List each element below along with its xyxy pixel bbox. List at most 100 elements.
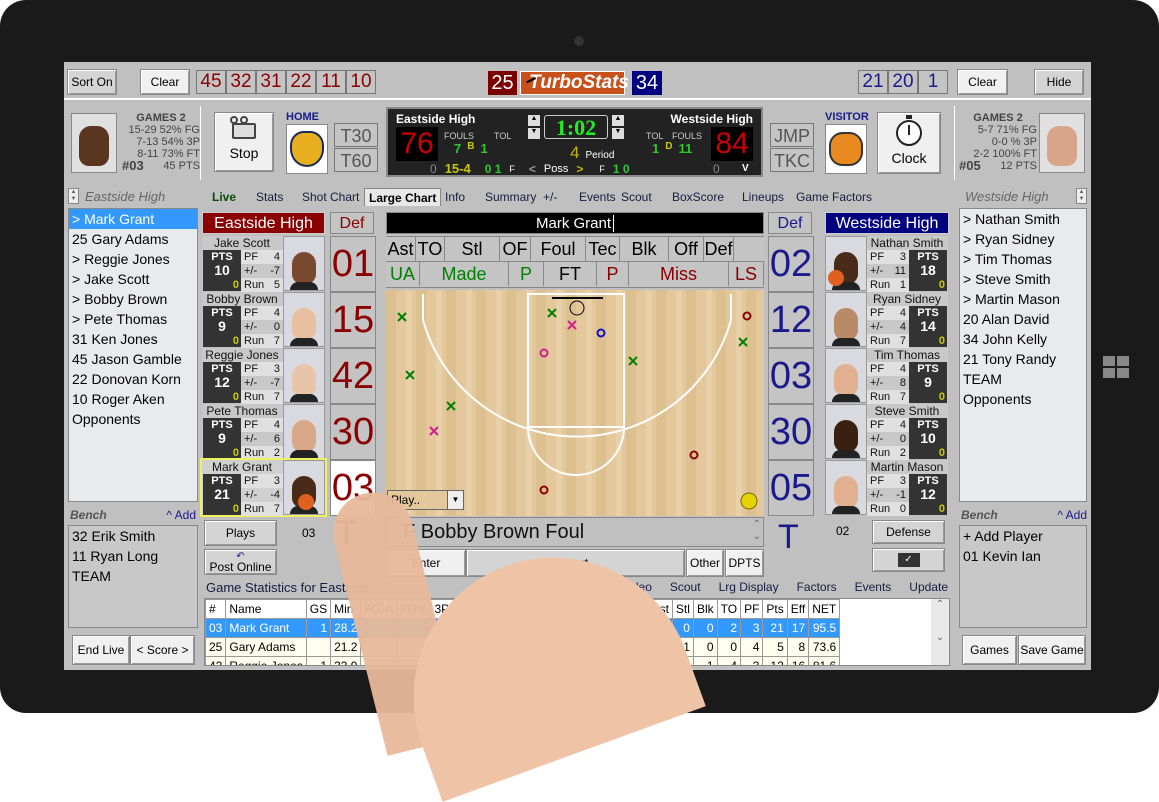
- period-up-button[interactable]: ▲: [612, 115, 624, 126]
- column-header[interactable]: #: [205, 599, 227, 619]
- roster-item[interactable]: 21 Tony Randy: [960, 349, 1086, 369]
- selected-player-display[interactable]: Mark Grant: [386, 212, 764, 234]
- play-log-scroll-icon[interactable]: ⌃ ⌄: [753, 519, 761, 543]
- column-header[interactable]: PF: [740, 599, 764, 619]
- tab-events[interactable]: Events: [579, 188, 616, 206]
- tab-boxscore[interactable]: BoxScore: [672, 188, 724, 206]
- jersey-chip[interactable]: 10: [346, 70, 376, 94]
- roster-item[interactable]: Opponents: [69, 409, 197, 429]
- windows-logo-icon[interactable]: [1103, 356, 1129, 378]
- visitor-bench-list[interactable]: + Add Player 01 Kevin Ian: [959, 525, 1087, 628]
- jersey-chip[interactable]: 11: [316, 70, 346, 94]
- roster-item[interactable]: TEAM: [960, 369, 1086, 389]
- jersey-button-12[interactable]: 12: [768, 292, 814, 348]
- result-ua[interactable]: UA: [386, 262, 420, 286]
- roster-item[interactable]: > Ryan Sidney: [960, 229, 1086, 249]
- dpts-button[interactable]: DPTS: [725, 549, 764, 577]
- stats-link-scout[interactable]: Scout: [670, 580, 701, 598]
- play-log[interactable]: F Bobby Brown Foul ⌃ ⌄: [386, 517, 764, 547]
- tab-game-factors[interactable]: Game Factors: [796, 188, 872, 206]
- jersey-button-01[interactable]: 01: [330, 236, 376, 292]
- tab-scout[interactable]: Scout: [621, 188, 652, 206]
- roster-item[interactable]: Opponents: [960, 389, 1086, 409]
- score-button[interactable]: < Score >: [130, 635, 195, 665]
- player-card[interactable]: Tim Thomas PTS 9 0 PF 4 +/- 8 Run 7: [825, 348, 948, 404]
- column-header[interactable]: Blk: [692, 599, 718, 619]
- clear-left-button[interactable]: Clear: [140, 69, 190, 95]
- home-roster-list[interactable]: > Mark Grant 25 Gary Adams > Reggie Jones >…: [68, 208, 198, 502]
- stats-scrollbar[interactable]: ⌃ ⌄: [931, 599, 949, 665]
- player-card[interactable]: Mark Grant PTS 21 0 PF 3 +/- -4 Run 7: [200, 458, 327, 517]
- roster-item[interactable]: + Add Player: [960, 526, 1086, 546]
- player-card[interactable]: Jake Scott PTS 10 0 PF 4 +/- -7 Run 5: [202, 236, 325, 292]
- jersey-button-02[interactable]: 02: [768, 236, 814, 292]
- shot-chart-court[interactable]: [386, 290, 764, 516]
- tab-lineups[interactable]: Lineups: [742, 188, 784, 206]
- jersey-chip[interactable]: 21: [858, 70, 888, 94]
- action-to[interactable]: TO: [416, 237, 445, 261]
- player-card[interactable]: Pete Thomas PTS 9 0 PF 4 +/- 6 Run 2: [202, 404, 325, 460]
- roster-item[interactable]: > Mark Grant: [69, 209, 197, 229]
- roster-item[interactable]: 10 Roger Aken: [69, 389, 197, 409]
- action-ast[interactable]: Ast: [386, 237, 416, 261]
- roster-item[interactable]: > Steve Smith: [960, 269, 1086, 289]
- roster-item[interactable]: > Pete Thomas: [69, 309, 197, 329]
- player-card[interactable]: Bobby Brown PTS 9 0 PF 4 +/- 0 Run 7: [202, 292, 325, 348]
- add-bench-link[interactable]: ^ Add: [166, 508, 196, 522]
- action-def[interactable]: Def: [704, 237, 734, 261]
- tab--[interactable]: +/-: [543, 188, 557, 206]
- result-miss[interactable]: Miss: [629, 262, 729, 286]
- roster-item[interactable]: > Reggie Jones: [69, 249, 197, 269]
- column-header[interactable]: Stl: [671, 599, 694, 619]
- roster-item[interactable]: 01 Kevin Ian: [960, 546, 1086, 566]
- timeout-button-t60[interactable]: T60: [334, 148, 378, 172]
- other-button[interactable]: Other: [686, 549, 724, 577]
- add-bench-link[interactable]: ^ Add: [1057, 508, 1087, 522]
- roster-item[interactable]: > Jake Scott: [69, 269, 197, 289]
- result-made[interactable]: Made: [420, 262, 509, 286]
- tab-stats[interactable]: Stats: [256, 188, 283, 206]
- action-blk[interactable]: Blk: [620, 237, 669, 261]
- stats-link-events[interactable]: Events: [855, 580, 892, 598]
- hide-button[interactable]: Hide: [1034, 69, 1084, 95]
- stats-link-factors[interactable]: Factors: [797, 580, 837, 598]
- jersey-button-30[interactable]: 30: [330, 404, 376, 460]
- jersey-chip[interactable]: 45: [196, 70, 226, 94]
- jersey-button-42[interactable]: 42: [330, 348, 376, 404]
- sort-button[interactable]: Sort On: [67, 69, 117, 95]
- player-card[interactable]: Nathan Smith PTS 18 0 PF 3 +/- 11 Run 1: [825, 236, 948, 292]
- timeout-button-jmp[interactable]: JMP: [770, 123, 814, 147]
- result-ft[interactable]: FT: [544, 262, 597, 286]
- column-header[interactable]: Eff: [786, 599, 810, 619]
- action-foul[interactable]: Foul: [531, 237, 586, 261]
- home-bench-list[interactable]: 32 Erik Smith 11 Ryan Long TEAM: [68, 525, 198, 628]
- film-check-button[interactable]: ✓: [872, 548, 945, 572]
- roster-scroll-icon[interactable]: ▲ ▼: [68, 188, 79, 204]
- roster-item[interactable]: 22 Donovan Korn: [69, 369, 197, 389]
- timeout-button-t30[interactable]: T30: [334, 123, 378, 147]
- result-p[interactable]: P: [597, 262, 629, 286]
- roster-item[interactable]: 25 Gary Adams: [69, 229, 197, 249]
- jersey-chip[interactable]: 32: [226, 70, 256, 94]
- action-of[interactable]: OF: [500, 237, 531, 261]
- visitor-team-marker[interactable]: T: [778, 518, 799, 557]
- ball-icon[interactable]: [740, 492, 758, 510]
- action-stl[interactable]: Stl: [445, 237, 500, 261]
- tab-shot-chart[interactable]: Shot Chart: [302, 188, 359, 206]
- end-live-button[interactable]: End Live: [72, 635, 130, 665]
- poss-left-button[interactable]: <: [529, 162, 536, 176]
- clock-down-button[interactable]: ▼: [528, 128, 540, 139]
- stats-link-lrg-display[interactable]: Lrg Display: [719, 580, 779, 598]
- column-header[interactable]: Name: [225, 599, 307, 619]
- clock-button[interactable]: Clock: [877, 112, 941, 174]
- player-card[interactable]: Steve Smith PTS 10 0 PF 4 +/- 0 Run 2: [825, 404, 948, 460]
- roster-item[interactable]: > Martin Mason: [960, 289, 1086, 309]
- roster-item[interactable]: 31 Ken Jones: [69, 329, 197, 349]
- clear-right-button[interactable]: Clear: [957, 69, 1008, 95]
- jersey-chip[interactable]: 31: [256, 70, 286, 94]
- home-selected-jersey[interactable]: 25: [488, 71, 517, 95]
- plays-button[interactable]: Plays: [204, 520, 277, 546]
- roster-item[interactable]: > Tim Thomas: [960, 249, 1086, 269]
- tab-live[interactable]: Live: [212, 188, 236, 206]
- jersey-chip[interactable]: 20: [888, 70, 918, 94]
